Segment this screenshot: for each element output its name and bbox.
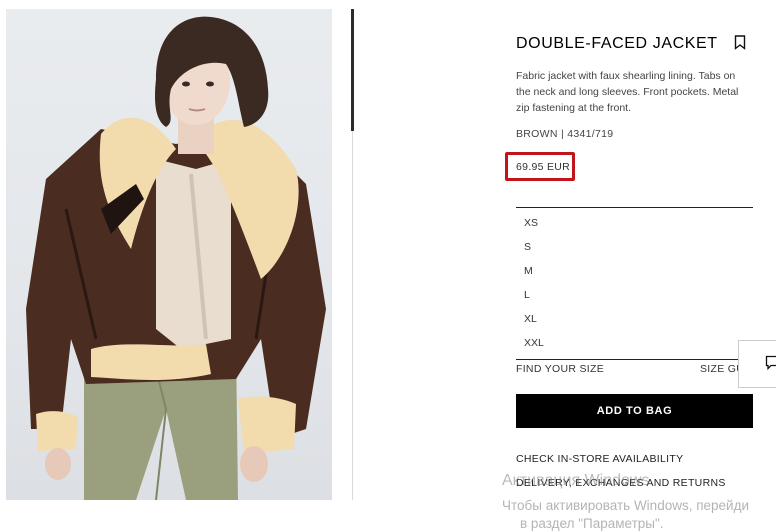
size-option-s[interactable]: S xyxy=(516,235,753,259)
windows-activation-text-2: в раздел "Параметры". xyxy=(520,516,664,531)
bookmark-icon[interactable] xyxy=(734,35,748,51)
model-jacket-image xyxy=(26,16,326,500)
product-photo[interactable] xyxy=(6,9,332,500)
product-price: 69.95 EUR xyxy=(516,161,571,173)
add-to-bag-button[interactable]: ADD TO BAG xyxy=(516,394,753,428)
size-list: XS S M L XL XXL xyxy=(516,207,753,360)
product-description: Fabric jacket with faux shearling lining… xyxy=(516,70,739,114)
size-option-xs[interactable]: XS xyxy=(516,211,753,235)
product-header: DOUBLE-FACED JACKET xyxy=(516,33,756,57)
check-in-store-link[interactable]: CHECK IN-STORE AVAILABILITY xyxy=(516,453,683,465)
windows-activation-watermark: Активация Windows xyxy=(502,472,650,489)
size-option-xl[interactable]: XL xyxy=(516,307,753,331)
product-title: DOUBLE-FACED JACKET xyxy=(516,35,718,52)
image-scroll-thumb[interactable] xyxy=(351,9,354,131)
windows-activation-text: Чтобы активировать Windows, перейди xyxy=(502,498,750,513)
chat-icon xyxy=(765,355,776,371)
find-your-size-link[interactable]: FIND YOUR SIZE xyxy=(516,363,604,375)
size-option-l[interactable]: L xyxy=(516,283,753,307)
size-option-xxl[interactable]: XXL xyxy=(516,331,753,355)
chat-button[interactable] xyxy=(738,340,776,388)
color-reference: BROWN | 4341/719 xyxy=(516,128,614,140)
size-option-m[interactable]: M xyxy=(516,259,753,283)
